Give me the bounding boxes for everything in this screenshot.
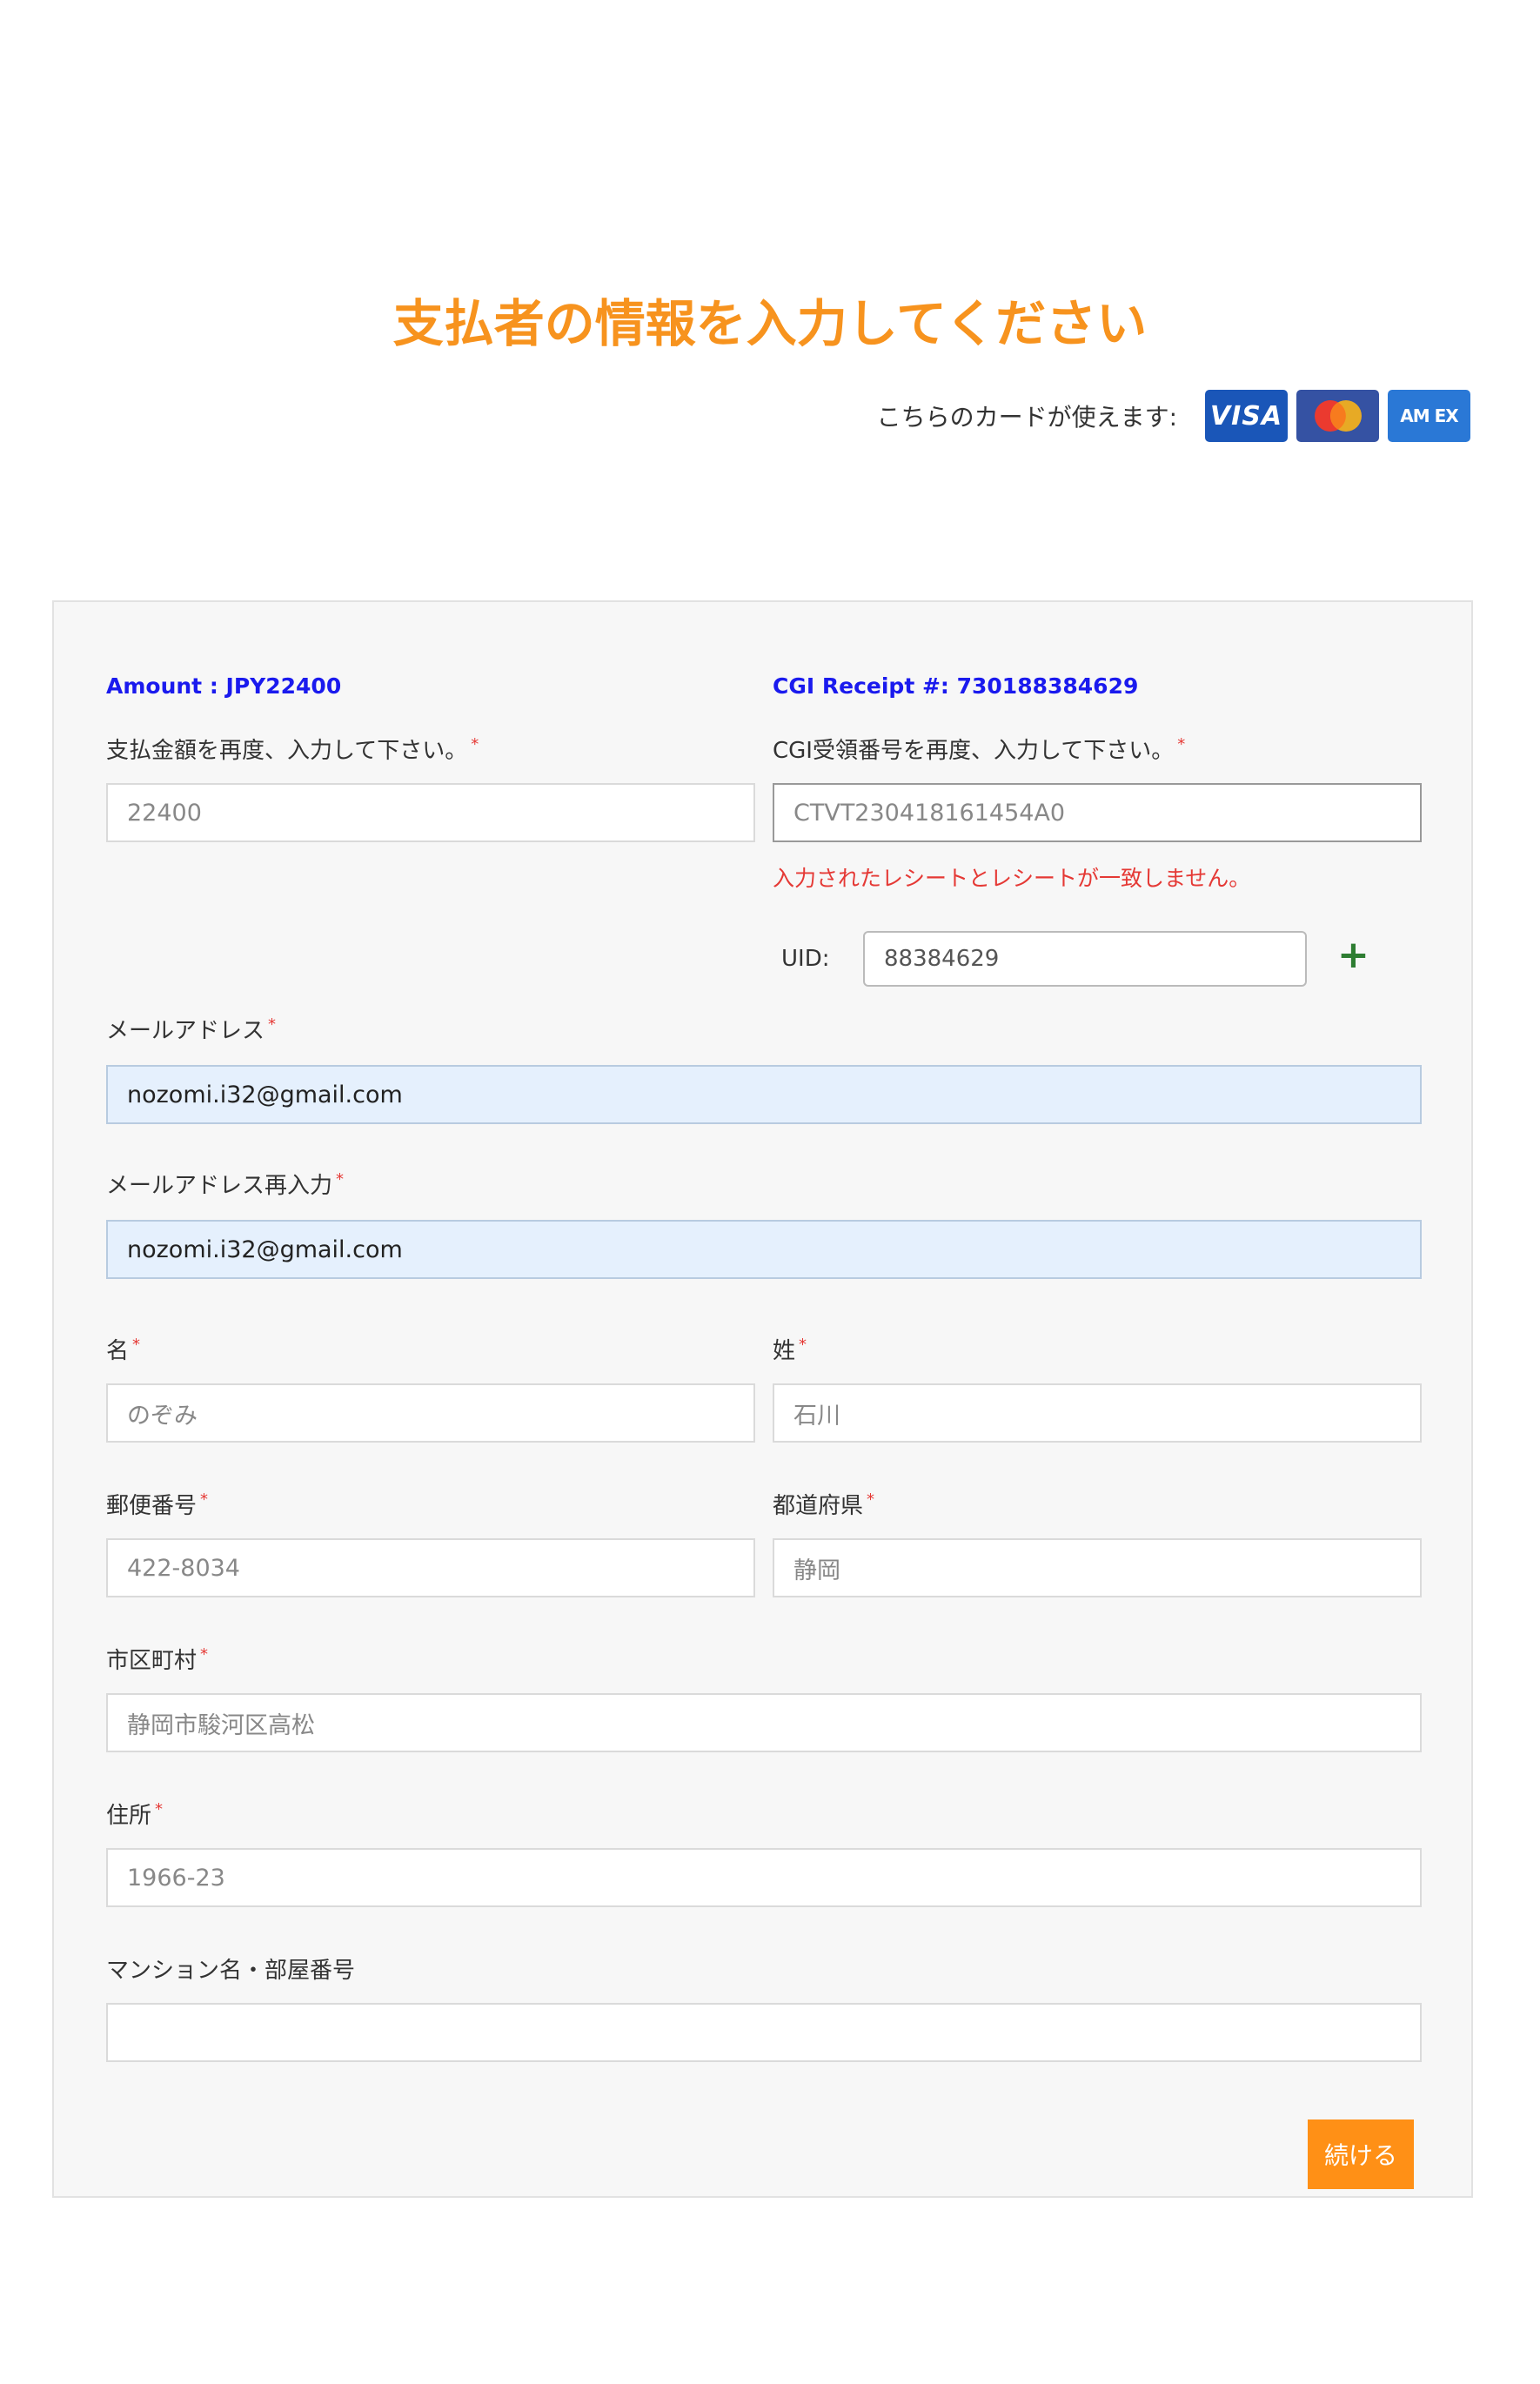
receipt-info: CGI Receipt #: 730188384629: [773, 673, 1139, 699]
last-name-label-text: 姓: [773, 1338, 796, 1364]
required-mark: *: [336, 1170, 345, 1189]
email-confirm-label: メールアドレス再入力 *: [106, 1168, 344, 1200]
email-label: メールアドレス *: [106, 1013, 276, 1045]
building-input[interactable]: [106, 2003, 1422, 2062]
postal-placeholder: 422-8034: [127, 1554, 240, 1582]
postal-code-input[interactable]: 422-8034: [106, 1538, 755, 1597]
prefecture-label: 都道府県 *: [773, 1488, 874, 1520]
address-input[interactable]: 1966-23: [106, 1848, 1422, 1907]
payer-form: Amount : JPY22400 CGI Receipt #: 7301883…: [52, 600, 1473, 2198]
prefecture-placeholder: 静岡: [793, 1557, 840, 1584]
cards-label: こちらのカードが使えます:: [876, 403, 1177, 432]
email-input[interactable]: nozomi.i32@gmail.com: [106, 1065, 1422, 1124]
email-label-text: メールアドレス: [106, 1018, 265, 1044]
amount-label-text: 支払金額を再度、入力して下さい。: [106, 738, 468, 764]
address-label-text: 住所: [106, 1803, 152, 1829]
required-mark: *: [200, 1645, 209, 1664]
amount-input[interactable]: 22400: [106, 783, 755, 842]
last-name-input[interactable]: 石川: [773, 1383, 1422, 1443]
last-name-placeholder: 石川: [793, 1402, 840, 1430]
amount-label: 支払金額を再度、入力して下さい。 *: [106, 733, 479, 765]
address-placeholder: 1966-23: [127, 1864, 225, 1892]
first-name-label: 名 *: [106, 1333, 140, 1365]
visa-icon: VISA: [1205, 390, 1288, 442]
first-name-label-text: 名: [106, 1338, 130, 1364]
uid-input-value: 88384629: [884, 946, 1000, 972]
email-confirm-label-text: メールアドレス再入力: [106, 1173, 333, 1199]
required-mark: *: [471, 735, 479, 754]
required-mark: *: [268, 1015, 277, 1035]
city-placeholder: 静岡市駿河区高松: [127, 1711, 315, 1739]
amount-info: Amount : JPY22400: [106, 673, 342, 699]
address-label: 住所 *: [106, 1798, 163, 1830]
amount-input-value: 22400: [127, 799, 202, 827]
required-mark: *: [799, 1336, 807, 1355]
postal-label: 郵便番号 *: [106, 1488, 208, 1520]
uid-label: UID:: [781, 946, 830, 972]
building-label: マンション名・部屋番号: [106, 1958, 356, 1984]
mastercard-circles: [1314, 400, 1362, 432]
email-confirm-input-value: nozomi.i32@gmail.com: [127, 1236, 403, 1263]
uid-input[interactable]: 88384629: [863, 931, 1307, 987]
amex-icon: AM EX: [1388, 390, 1470, 442]
receipt-error-message: 入力されたレシートとレシートが一致しません。: [773, 866, 1251, 891]
continue-button[interactable]: 続ける: [1308, 2119, 1414, 2189]
required-mark: *: [1177, 735, 1186, 754]
add-uid-plus-icon[interactable]: +: [1337, 933, 1369, 977]
postal-label-text: 郵便番号: [106, 1493, 198, 1519]
required-mark: *: [200, 1490, 209, 1510]
city-label: 市区町村 *: [106, 1643, 208, 1675]
email-input-value: nozomi.i32@gmail.com: [127, 1081, 403, 1108]
receipt-input-value: CTVT230418161454A0: [793, 799, 1066, 827]
required-mark: *: [155, 1800, 164, 1819]
required-mark: *: [867, 1490, 875, 1510]
page-title: 支払者の情報を入力してください: [392, 294, 1148, 353]
visa-text: VISA: [1209, 400, 1283, 432]
prefecture-input[interactable]: 静岡: [773, 1538, 1422, 1597]
required-mark: *: [132, 1336, 141, 1355]
first-name-placeholder: のぞみ: [127, 1402, 198, 1430]
accepted-cards: こちらのカードが使えます: VISA AM EX: [877, 390, 1470, 442]
first-name-input[interactable]: のぞみ: [106, 1383, 755, 1443]
email-confirm-input[interactable]: nozomi.i32@gmail.com: [106, 1220, 1422, 1279]
receipt-input[interactable]: CTVT230418161454A0: [773, 783, 1422, 842]
receipt-label: CGI受領番号を再度、入力して下さい。 *: [773, 733, 1185, 765]
city-label-text: 市区町村: [106, 1648, 198, 1674]
city-input[interactable]: 静岡市駿河区高松: [106, 1693, 1422, 1752]
receipt-label-text: CGI受領番号を再度、入力して下さい。: [773, 738, 1175, 764]
amex-text: AM EX: [1400, 405, 1458, 426]
last-name-label: 姓 *: [773, 1333, 807, 1365]
mastercard-icon: [1296, 390, 1379, 442]
prefecture-label-text: 都道府県: [773, 1493, 864, 1519]
